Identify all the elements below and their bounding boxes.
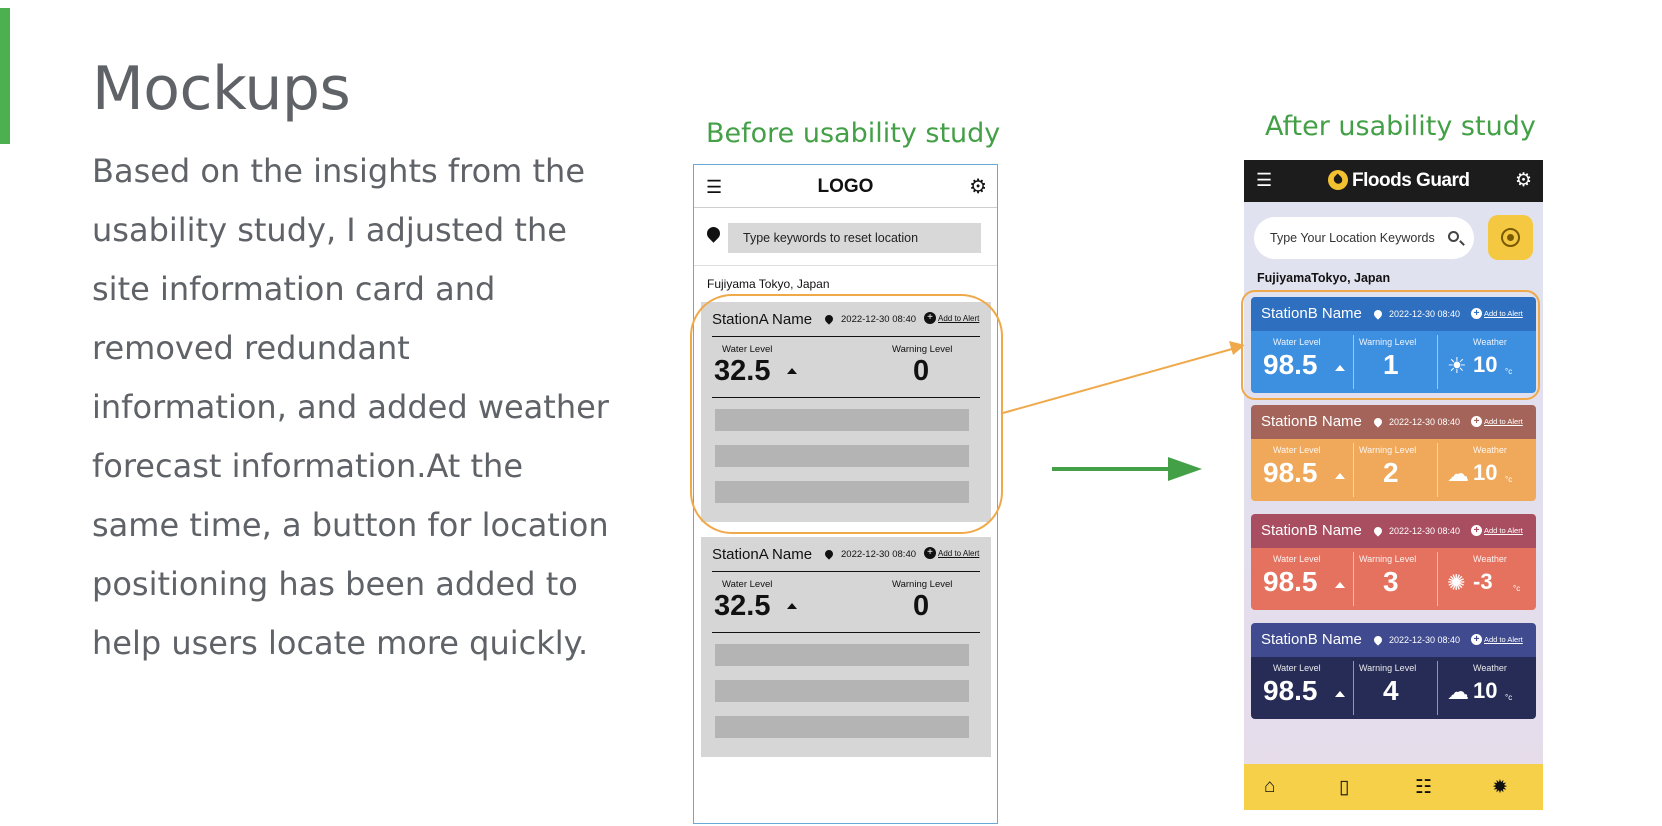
arrow-up-icon <box>1335 691 1345 697</box>
station-name: StationB Name <box>1261 413 1362 430</box>
water-level-label: Water Level <box>1273 554 1321 564</box>
rain-cloud-icon: ☁ <box>1447 461 1469 486</box>
divider <box>1353 661 1354 715</box>
add-to-alert-link[interactable]: Add to Alert <box>1484 526 1523 535</box>
search-input[interactable]: Type Your Location Keywords <box>1254 217 1474 259</box>
warning-level-value: 3 <box>1383 566 1399 597</box>
temperature-unit: °c <box>1505 475 1513 484</box>
card-body: Water Level Warning Level Weather 98.5 3… <box>1251 548 1536 610</box>
card-header: StationB Name 2022-12-30 08:40 + Add to … <box>1251 405 1536 439</box>
menu-icon[interactable]: ☰ <box>1256 170 1272 191</box>
highlight-connector-line <box>1002 348 1233 414</box>
home-icon[interactable]: ⌂ <box>1264 776 1275 798</box>
card-body: Water Level Warning Level Weather 98.5 4… <box>1251 657 1536 719</box>
map-icon[interactable]: ▯ <box>1339 776 1349 799</box>
weather-label: Weather <box>1473 663 1507 673</box>
divider <box>1353 443 1354 497</box>
water-level-value: 98.5 <box>1263 566 1318 597</box>
temperature-unit: °c <box>1505 693 1513 702</box>
location-pin-icon <box>1372 525 1384 537</box>
transition-arrowhead <box>1168 457 1202 481</box>
location-label: FujiyamaTokyo, Japan <box>1257 271 1391 285</box>
card-header: StationB Name 2022-12-30 08:40 + Add to … <box>1251 514 1536 548</box>
station-card[interactable]: StationB Name 2022-12-30 08:40 + Add to … <box>1251 514 1536 610</box>
divider <box>1353 552 1354 606</box>
warning-level-value: 2 <box>1383 457 1399 488</box>
add-icon[interactable]: + <box>1471 525 1482 536</box>
arrow-up-icon <box>1335 473 1345 479</box>
add-icon[interactable]: + <box>1471 416 1482 427</box>
gear-icon[interactable]: ⚙ <box>1515 169 1532 192</box>
station-date: 2022-12-30 08:40 <box>1389 417 1461 427</box>
station-card[interactable]: StationB Name 2022-12-30 08:40 + Add to … <box>1251 405 1536 501</box>
alert-icon[interactable]: ✹ <box>1492 776 1508 799</box>
station-date: 2022-12-30 08:40 <box>1389 526 1461 536</box>
temperature-unit: °c <box>1513 584 1521 593</box>
divider <box>1437 661 1438 715</box>
location-pin-icon <box>1372 634 1384 646</box>
add-to-alert-link[interactable]: Add to Alert <box>1484 417 1523 426</box>
add-to-alert-link[interactable]: Add to Alert <box>1484 635 1523 644</box>
weather-label: Weather <box>1473 554 1507 564</box>
bottom-nav: ⌂ ▯ ☷ ✹ <box>1244 764 1543 810</box>
highlight-oval <box>1241 290 1540 400</box>
divider <box>1437 443 1438 497</box>
water-level-value: 98.5 <box>1263 675 1318 706</box>
temperature-value: 10 <box>1473 678 1498 703</box>
water-level-label: Water Level <box>1273 663 1321 673</box>
arrow-up-icon <box>1335 582 1345 588</box>
station-name: StationB Name <box>1261 631 1362 648</box>
app-name: Floods Guard <box>1352 170 1470 191</box>
station-name: StationB Name <box>1261 522 1362 539</box>
temperature-value: 10 <box>1473 460 1498 485</box>
weather-label: Weather <box>1473 445 1507 455</box>
location-pin-icon <box>1372 416 1384 428</box>
app-header: ☰ Floods Guard ⚙ <box>1244 160 1543 202</box>
after-mockup: ☰ Floods Guard ⚙ Type Your Location Keyw… <box>1244 160 1543 810</box>
search-icon[interactable] <box>1448 231 1459 242</box>
divider <box>1437 552 1438 606</box>
snowflake-icon: ✺ <box>1447 570 1466 595</box>
warning-level-value: 4 <box>1383 675 1399 706</box>
add-icon[interactable]: + <box>1471 634 1482 645</box>
station-card[interactable]: StationB Name 2022-12-30 08:40 + Add to … <box>1251 623 1536 719</box>
warning-level-label: Warning Level <box>1359 445 1417 455</box>
card-body: Water Level Warning Level Weather 98.5 2… <box>1251 439 1536 501</box>
warning-level-label: Warning Level <box>1359 554 1417 564</box>
rain-cloud-icon: ☁ <box>1447 679 1469 704</box>
card-header: StationB Name 2022-12-30 08:40 + Add to … <box>1251 623 1536 657</box>
water-level-label: Water Level <box>1273 445 1321 455</box>
locate-me-button[interactable] <box>1488 215 1533 260</box>
temperature-value: -3 <box>1473 569 1493 594</box>
station-date: 2022-12-30 08:40 <box>1389 635 1461 645</box>
warning-level-label: Warning Level <box>1359 663 1417 673</box>
list-icon[interactable]: ☷ <box>1415 776 1432 799</box>
water-level-value: 98.5 <box>1263 457 1318 488</box>
